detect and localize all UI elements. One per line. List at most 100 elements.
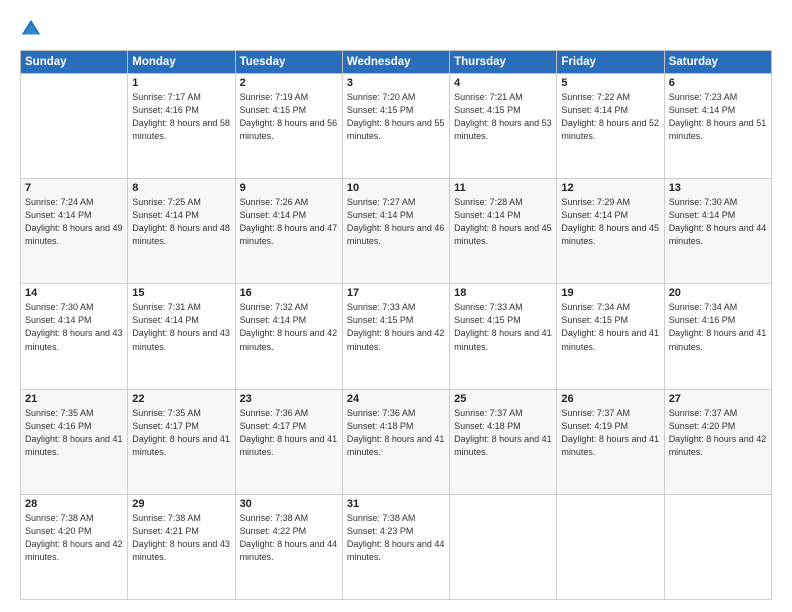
logo-icon (20, 18, 42, 40)
day-cell: 19 Sunrise: 7:34 AMSunset: 4:15 PMDayligh… (557, 284, 664, 389)
day-number: 11 (454, 182, 552, 194)
header (20, 18, 772, 40)
day-number: 20 (669, 287, 767, 299)
day-cell: 9Sunrise: 7:26 AMSunset: 4:14 PMDaylight… (235, 179, 342, 284)
weekday-header-wednesday: Wednesday (342, 51, 449, 74)
day-info: Sunrise: 7:37 AMSunset: 4:18 PMDaylight:… (454, 407, 552, 459)
calendar-table: SundayMondayTuesdayWednesdayThursdayFrid… (20, 50, 772, 600)
week-row-1: 1 Sunrise: 7:17 AMSunset: 4:16 PMDaylight… (21, 74, 772, 179)
day-number: 22 (132, 393, 230, 405)
day-cell: 20 Sunrise: 7:34 AMSunset: 4:16 PMDayligh… (664, 284, 771, 389)
day-cell: 21Sunrise: 7:35 AMSunset: 4:16 PMDayligh… (21, 389, 128, 494)
day-info: Sunrise: 7:36 AMSunset: 4:17 PMDaylight:… (240, 407, 338, 459)
weekday-header-friday: Friday (557, 51, 664, 74)
day-number: 18 (454, 287, 552, 299)
day-cell: 4 Sunrise: 7:21 AMSunset: 4:15 PMDaylight… (450, 74, 557, 179)
day-number: 2 (240, 77, 338, 89)
day-cell: 28 Sunrise: 7:38 AMSunset: 4:20 PMDayligh… (21, 494, 128, 599)
day-cell: 22 Sunrise: 7:35 AMSunset: 4:17 PMDayligh… (128, 389, 235, 494)
day-number: 8 (132, 182, 230, 194)
day-number: 17 (347, 287, 445, 299)
week-row-5: 28 Sunrise: 7:38 AMSunset: 4:20 PMDayligh… (21, 494, 772, 599)
day-number: 30 (240, 498, 338, 510)
day-number: 14 (25, 287, 123, 299)
day-cell: 23 Sunrise: 7:36 AMSunset: 4:17 PMDayligh… (235, 389, 342, 494)
day-cell: 24Sunrise: 7:36 AMSunset: 4:18 PMDayligh… (342, 389, 449, 494)
day-cell: 17 Sunrise: 7:33 AMSunset: 4:15 PMDayligh… (342, 284, 449, 389)
day-number: 19 (561, 287, 659, 299)
day-cell: 1 Sunrise: 7:17 AMSunset: 4:16 PMDaylight… (128, 74, 235, 179)
day-info: Sunrise: 7:30 AMSunset: 4:14 PMDaylight:… (25, 301, 123, 353)
day-number: 3 (347, 77, 445, 89)
day-number: 5 (561, 77, 659, 89)
day-info: Sunrise: 7:21 AMSunset: 4:15 PMDaylight:… (454, 91, 552, 143)
day-info: Sunrise: 7:38 AMSunset: 4:22 PMDaylight:… (240, 512, 338, 564)
day-cell: 6 Sunrise: 7:23 AMSunset: 4:14 PMDaylight… (664, 74, 771, 179)
day-number: 4 (454, 77, 552, 89)
day-cell (21, 74, 128, 179)
day-cell (664, 494, 771, 599)
day-info: Sunrise: 7:32 AMSunset: 4:14 PMDaylight:… (240, 301, 338, 353)
day-number: 25 (454, 393, 552, 405)
day-info: Sunrise: 7:25 AMSunset: 4:14 PMDaylight:… (132, 196, 230, 248)
day-cell: 26 Sunrise: 7:37 AMSunset: 4:19 PMDayligh… (557, 389, 664, 494)
day-info: Sunrise: 7:33 AMSunset: 4:15 PMDaylight:… (347, 301, 445, 353)
week-row-2: 7 Sunrise: 7:24 AMSunset: 4:14 PMDaylight… (21, 179, 772, 284)
day-cell: 16Sunrise: 7:32 AMSunset: 4:14 PMDayligh… (235, 284, 342, 389)
day-cell: 15Sunrise: 7:31 AMSunset: 4:14 PMDayligh… (128, 284, 235, 389)
day-cell: 5Sunrise: 7:22 AMSunset: 4:14 PMDaylight… (557, 74, 664, 179)
day-number: 12 (561, 182, 659, 194)
weekday-header-row: SundayMondayTuesdayWednesdayThursdayFrid… (21, 51, 772, 74)
day-number: 24 (347, 393, 445, 405)
weekday-header-saturday: Saturday (664, 51, 771, 74)
day-info: Sunrise: 7:30 AMSunset: 4:14 PMDaylight:… (669, 196, 767, 248)
day-info: Sunrise: 7:19 AMSunset: 4:15 PMDaylight:… (240, 91, 338, 143)
day-cell: 8 Sunrise: 7:25 AMSunset: 4:14 PMDaylight… (128, 179, 235, 284)
day-number: 7 (25, 182, 123, 194)
day-cell: 2 Sunrise: 7:19 AMSunset: 4:15 PMDaylight… (235, 74, 342, 179)
day-info: Sunrise: 7:33 AMSunset: 4:15 PMDaylight:… (454, 301, 552, 353)
day-info: Sunrise: 7:24 AMSunset: 4:14 PMDaylight:… (25, 196, 123, 248)
day-number: 28 (25, 498, 123, 510)
day-info: Sunrise: 7:31 AMSunset: 4:14 PMDaylight:… (132, 301, 230, 353)
day-cell: 12Sunrise: 7:29 AMSunset: 4:14 PMDayligh… (557, 179, 664, 284)
day-info: Sunrise: 7:20 AMSunset: 4:15 PMDaylight:… (347, 91, 445, 143)
day-info: Sunrise: 7:17 AMSunset: 4:16 PMDaylight:… (132, 91, 230, 143)
weekday-header-tuesday: Tuesday (235, 51, 342, 74)
weekday-header-monday: Monday (128, 51, 235, 74)
weekday-header-thursday: Thursday (450, 51, 557, 74)
day-number: 23 (240, 393, 338, 405)
day-cell: 29Sunrise: 7:38 AMSunset: 4:21 PMDayligh… (128, 494, 235, 599)
day-cell (557, 494, 664, 599)
day-info: Sunrise: 7:38 AMSunset: 4:21 PMDaylight:… (132, 512, 230, 564)
page: SundayMondayTuesdayWednesdayThursdayFrid… (0, 0, 792, 612)
day-info: Sunrise: 7:38 AMSunset: 4:20 PMDaylight:… (25, 512, 123, 564)
day-info: Sunrise: 7:37 AMSunset: 4:20 PMDaylight:… (669, 407, 767, 459)
day-cell: 27 Sunrise: 7:37 AMSunset: 4:20 PMDayligh… (664, 389, 771, 494)
day-number: 1 (132, 77, 230, 89)
day-cell: 10Sunrise: 7:27 AMSunset: 4:14 PMDayligh… (342, 179, 449, 284)
week-row-3: 14 Sunrise: 7:30 AMSunset: 4:14 PMDayligh… (21, 284, 772, 389)
day-info: Sunrise: 7:35 AMSunset: 4:17 PMDaylight:… (132, 407, 230, 459)
day-cell: 25 Sunrise: 7:37 AMSunset: 4:18 PMDayligh… (450, 389, 557, 494)
day-cell: 7 Sunrise: 7:24 AMSunset: 4:14 PMDaylight… (21, 179, 128, 284)
day-cell (450, 494, 557, 599)
day-cell: 11 Sunrise: 7:28 AMSunset: 4:14 PMDayligh… (450, 179, 557, 284)
day-info: Sunrise: 7:28 AMSunset: 4:14 PMDaylight:… (454, 196, 552, 248)
day-info: Sunrise: 7:38 AMSunset: 4:23 PMDaylight:… (347, 512, 445, 564)
day-number: 31 (347, 498, 445, 510)
day-number: 27 (669, 393, 767, 405)
day-info: Sunrise: 7:34 AMSunset: 4:15 PMDaylight:… (561, 301, 659, 353)
day-cell: 14 Sunrise: 7:30 AMSunset: 4:14 PMDayligh… (21, 284, 128, 389)
day-number: 6 (669, 77, 767, 89)
day-cell: 13Sunrise: 7:30 AMSunset: 4:14 PMDayligh… (664, 179, 771, 284)
day-info: Sunrise: 7:27 AMSunset: 4:14 PMDaylight:… (347, 196, 445, 248)
day-info: Sunrise: 7:35 AMSunset: 4:16 PMDaylight:… (25, 407, 123, 459)
day-number: 26 (561, 393, 659, 405)
day-info: Sunrise: 7:34 AMSunset: 4:16 PMDaylight:… (669, 301, 767, 353)
logo (20, 18, 46, 40)
day-info: Sunrise: 7:23 AMSunset: 4:14 PMDaylight:… (669, 91, 767, 143)
day-cell: 30 Sunrise: 7:38 AMSunset: 4:22 PMDayligh… (235, 494, 342, 599)
day-info: Sunrise: 7:37 AMSunset: 4:19 PMDaylight:… (561, 407, 659, 459)
day-cell: 18 Sunrise: 7:33 AMSunset: 4:15 PMDayligh… (450, 284, 557, 389)
